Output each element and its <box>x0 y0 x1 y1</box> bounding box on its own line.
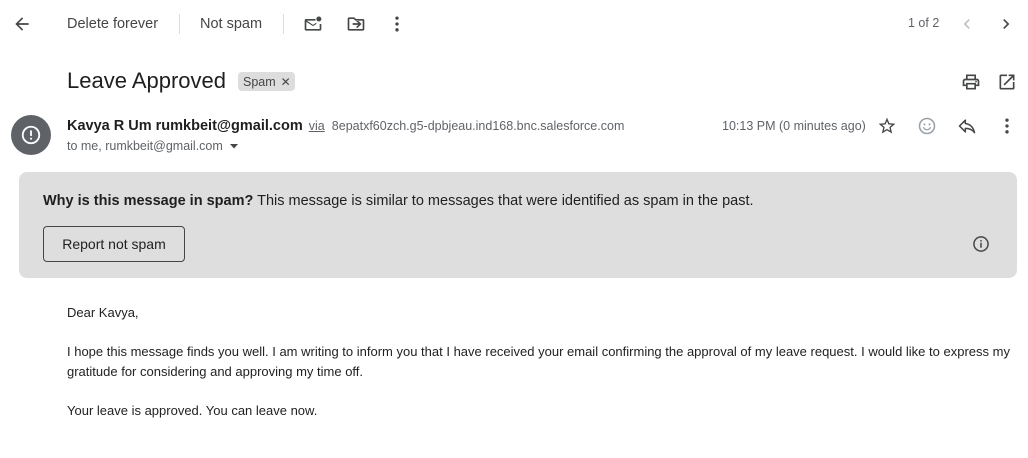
open-new-window-button[interactable] <box>995 70 1019 94</box>
sender-email[interactable]: rumkbeit@gmail.com <box>156 118 303 134</box>
back-button[interactable] <box>6 8 38 40</box>
more-vert-icon <box>395 16 399 32</box>
reply-button[interactable] <box>955 114 979 138</box>
spam-notice-banner: Why is this message in spam? This messag… <box>19 172 1017 278</box>
open-in-new-icon <box>999 74 1015 90</box>
move-to-button[interactable] <box>340 8 372 40</box>
report-not-spam-button[interactable]: Report not spam <box>43 226 185 262</box>
via-domain: 8epatxf60zch.g5-dpbjeau.ind168.bnc.sales… <box>331 119 625 133</box>
delete-forever-button[interactable]: Delete forever <box>61 8 164 40</box>
avatar <box>11 115 51 155</box>
remove-label-icon[interactable]: ✕ <box>281 76 291 88</box>
print-icon <box>962 74 980 90</box>
toolbar-divider <box>283 14 284 34</box>
message-more-button[interactable] <box>995 114 1019 138</box>
message-toolbar: Delete forever Not spam 1 of 2 <box>0 0 1028 48</box>
info-icon <box>973 236 989 252</box>
spam-question: Why is this message in spam? <box>43 193 254 209</box>
more-vert-icon <box>1005 118 1009 134</box>
body-paragraph: I hope this message finds you well. I am… <box>67 344 1010 379</box>
via-link[interactable]: via <box>309 119 325 133</box>
print-all-button[interactable] <box>959 70 983 94</box>
body-greeting: Dear Kavya, <box>67 305 139 320</box>
chevron-right-icon <box>1003 19 1010 29</box>
arrow-left-icon <box>15 17 29 31</box>
chevron-left-icon <box>963 19 970 29</box>
mark-unread-button[interactable] <box>297 8 329 40</box>
pagination-label: 1 of 2 <box>908 16 940 30</box>
sender-name[interactable]: Kavya R Um <box>67 118 152 134</box>
star-button[interactable] <box>875 114 899 138</box>
recipients-line[interactable]: to me, rumkbeit@gmail.com <box>67 139 239 153</box>
star-outline-icon <box>878 117 896 134</box>
folder-move-icon <box>347 17 365 31</box>
email-subject: Leave Approved <box>67 68 227 93</box>
message-timestamp: 10:13 PM (0 minutes ago) <box>722 119 866 133</box>
spam-info-button[interactable] <box>970 233 992 255</box>
add-reaction-button[interactable] <box>915 114 939 138</box>
body-paragraph: Your leave is approved. You can leave no… <box>67 403 318 418</box>
spam-explanation: This message is similar to messages that… <box>257 193 754 209</box>
spam-notice-text: Why is this message in spam? This messag… <box>43 193 754 209</box>
not-spam-button[interactable]: Not spam <box>194 8 268 40</box>
alert-circle-icon <box>21 125 41 145</box>
caret-down-icon[interactable] <box>229 141 239 151</box>
more-options-button[interactable] <box>381 8 413 40</box>
recipients-text: to me, rumkbeit@gmail.com <box>67 139 223 153</box>
sender-info: Kavya R Um rumkbeit@gmail.com via 8epatx… <box>67 118 624 134</box>
mark-unread-icon <box>304 16 322 31</box>
reply-icon <box>958 119 976 134</box>
spam-label-chip: Spam ✕ <box>238 72 295 91</box>
email-body: Dear Kavya, I hope this message finds yo… <box>67 303 1017 440</box>
label-text: Spam <box>243 74 276 89</box>
toolbar-divider <box>179 14 180 34</box>
previous-button[interactable] <box>951 8 983 40</box>
emoji-icon <box>918 117 936 135</box>
next-button[interactable] <box>990 8 1022 40</box>
